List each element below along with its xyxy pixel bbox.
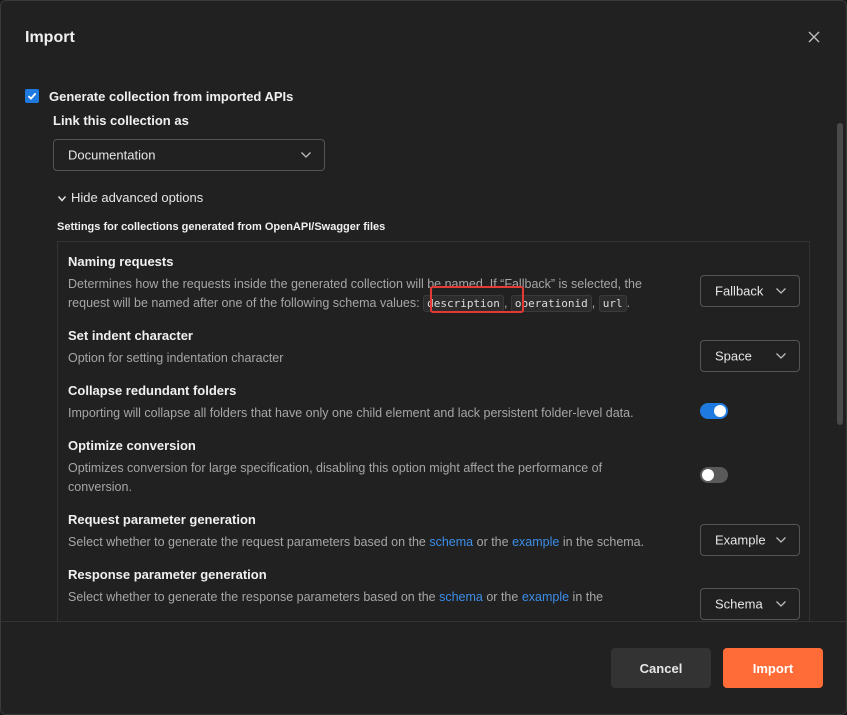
- desc-text: or the: [486, 590, 519, 604]
- setting-description: Importing will collapse all folders that…: [68, 406, 634, 420]
- setting-description: Select whether to generate the response …: [68, 588, 668, 607]
- select-value: Example: [715, 532, 766, 548]
- import-dialog: Import Generate collection from imported…: [0, 0, 847, 715]
- setting-collapse-folders: Collapse redundant folders Importing wil…: [68, 383, 798, 423]
- generate-collection-label: Generate collection from imported APIs: [49, 89, 294, 104]
- scrollbar[interactable]: [837, 123, 843, 425]
- schema-link[interactable]: schema: [429, 535, 473, 549]
- toggle-knob: [702, 469, 714, 481]
- highlight-annotation: [430, 286, 524, 313]
- request-parameter-select[interactable]: Example: [700, 524, 800, 556]
- setting-title: Optimize conversion: [68, 438, 196, 453]
- desc-text: in the: [572, 590, 604, 604]
- checkmark-icon: [27, 92, 37, 100]
- setting-optimize-conversion: Optimize conversion Optimizes conversion…: [68, 438, 798, 497]
- setting-title: Request parameter generation: [68, 512, 256, 527]
- naming-requests-select[interactable]: Fallback: [700, 275, 800, 307]
- dialog-title: Import: [25, 29, 75, 46]
- setting-description: Option for setting indentation character: [68, 351, 284, 365]
- close-icon[interactable]: [804, 27, 824, 47]
- optimize-conversion-toggle[interactable]: [700, 467, 728, 483]
- desc-text: Determines how the requests inside the g…: [68, 277, 642, 291]
- settings-heading: Settings for collections generated from …: [57, 221, 386, 233]
- chevron-down-icon: [776, 288, 786, 294]
- chevron-down-icon: [57, 195, 67, 202]
- chevron-down-icon: [776, 353, 786, 359]
- select-value: Schema: [715, 596, 763, 612]
- chevron-down-icon: [301, 152, 311, 158]
- setting-request-parameter: Request parameter generation Select whet…: [68, 512, 798, 552]
- setting-indent-character: Set indent character Option for setting …: [68, 328, 798, 368]
- select-value: Fallback: [715, 283, 764, 299]
- desc-text: Select whether to generate the response …: [68, 590, 436, 604]
- setting-description: Optimizes conversion for large specifica…: [68, 461, 603, 494]
- toggle-knob: [714, 405, 726, 417]
- link-collection-label: Link this collection as: [53, 113, 189, 128]
- example-link[interactable]: example: [522, 590, 569, 604]
- setting-title: Collapse redundant folders: [68, 383, 237, 398]
- desc-text: Select whether to generate the request p…: [68, 535, 426, 549]
- indent-character-select[interactable]: Space: [700, 340, 800, 372]
- setting-description: Select whether to generate the request p…: [68, 533, 668, 552]
- generate-collection-checkbox[interactable]: [25, 89, 39, 103]
- desc-text: request will be named after one of the f…: [68, 296, 420, 310]
- import-button[interactable]: Import: [723, 648, 823, 688]
- link-collection-select[interactable]: Documentation: [53, 139, 325, 171]
- schema-link[interactable]: schema: [439, 590, 483, 604]
- link-collection-value: Documentation: [68, 147, 156, 163]
- collapse-folders-toggle[interactable]: [700, 403, 728, 419]
- setting-response-parameter: Response parameter generation Select whe…: [68, 567, 798, 607]
- example-link[interactable]: example: [512, 535, 559, 549]
- desc-text: in the schema.: [562, 535, 645, 549]
- chevron-down-icon: [776, 601, 786, 607]
- cancel-button[interactable]: Cancel: [611, 648, 711, 688]
- chevron-down-icon: [776, 537, 786, 543]
- setting-title: Response parameter generation: [68, 567, 267, 582]
- setting-title: Naming requests: [68, 254, 174, 269]
- code-url: url: [598, 295, 627, 312]
- dialog-footer: Cancel Import: [1, 621, 846, 714]
- advanced-options-toggle[interactable]: Hide advanced options: [57, 190, 203, 205]
- response-parameter-select[interactable]: Schema: [700, 588, 800, 620]
- select-value: Space: [715, 348, 752, 364]
- setting-description: Determines how the requests inside the g…: [68, 277, 642, 312]
- desc-text: or the: [476, 535, 509, 549]
- setting-title: Set indent character: [68, 328, 193, 343]
- advanced-options-label: Hide advanced options: [71, 190, 204, 205]
